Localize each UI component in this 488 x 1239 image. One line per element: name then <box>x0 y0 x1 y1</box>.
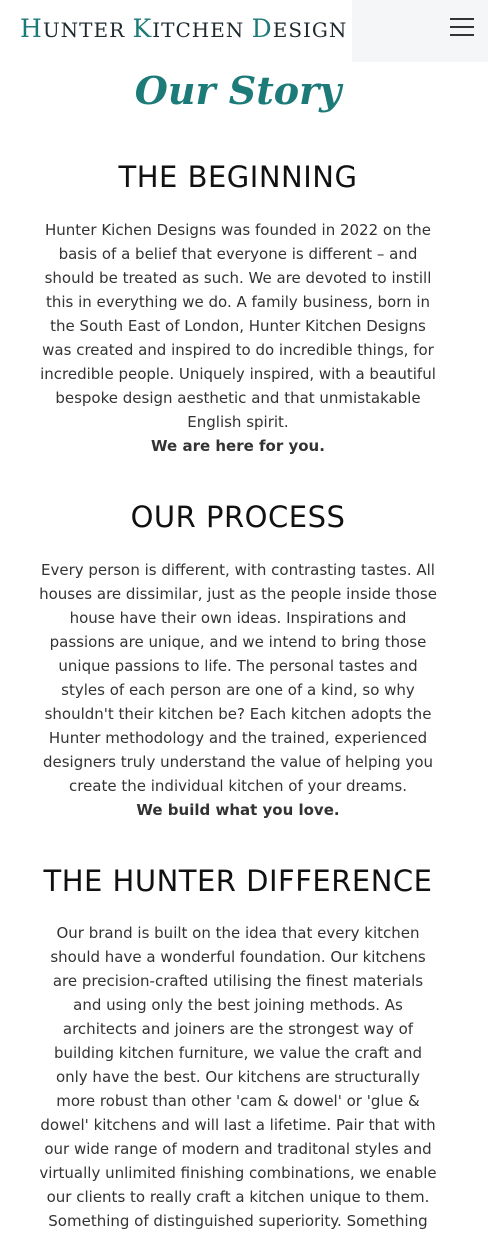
section-tagline-process: We build what you love. <box>136 801 340 819</box>
hamburger-bar <box>450 26 474 28</box>
site-header: HUNTER KITCHEN DESIGN <box>0 0 488 62</box>
section-heading-process: OUR PROCESS <box>130 500 346 534</box>
section-text-process: Every person is different, with contrast… <box>39 561 437 795</box>
logo-word-itchen: ITCHEN <box>152 18 252 42</box>
section-heading-beginning: THE BEGINNING <box>118 160 358 194</box>
section-tagline-beginning: We are here for you. <box>151 437 325 455</box>
section-text-difference: Our brand is built on the idea that ever… <box>39 924 437 1230</box>
hamburger-bar <box>450 34 474 36</box>
hamburger-menu-icon[interactable] <box>450 16 474 38</box>
section-text-beginning: Hunter Kichen Designs was founded in 202… <box>40 221 436 431</box>
logo-word-esign: ESIGN <box>272 18 348 42</box>
section-body-difference: Our brand is built on the idea that ever… <box>38 921 438 1233</box>
logo-word-unter: UNTER <box>42 18 133 42</box>
page-title: Our Story <box>134 68 342 113</box>
section-heading-difference: THE HUNTER DIFFERENCE <box>43 864 433 898</box>
section-body-process: Every person is different, with contrast… <box>38 558 438 822</box>
logo-letter-h: H <box>20 14 43 43</box>
site-logo[interactable]: HUNTER KITCHEN DESIGN <box>20 14 347 43</box>
menu-toggle-area <box>352 0 488 62</box>
logo-letter-d: D <box>251 14 273 43</box>
logo-letter-k: K <box>132 14 153 43</box>
hamburger-bar <box>450 18 474 20</box>
section-body-beginning: Hunter Kichen Designs was founded in 202… <box>38 218 438 458</box>
